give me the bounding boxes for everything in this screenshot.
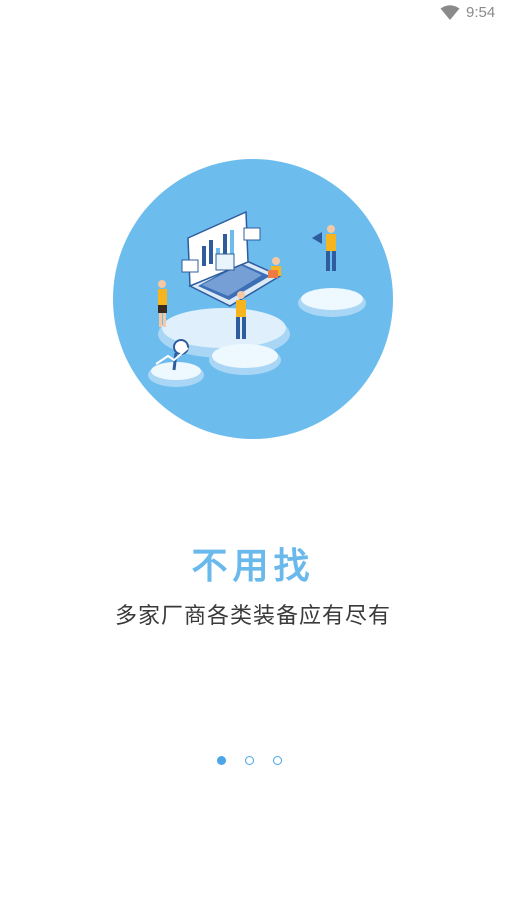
page-dot-2[interactable] <box>245 756 254 765</box>
page-dot-1[interactable] <box>217 756 226 765</box>
status-time: 9:54 <box>466 4 496 21</box>
page-dot-3[interactable] <box>273 756 282 765</box>
status-bar: 9:54 <box>0 0 506 26</box>
headline: 不用找 <box>191 546 315 587</box>
wifi-icon <box>440 5 460 20</box>
onboarding-screen: 9:54 不用找 多家厂商各类装备应有尽有 <box>0 0 506 900</box>
onboarding-illustration <box>113 159 393 439</box>
page-indicator <box>216 755 292 769</box>
subtitle: 多家厂商各类装备应有尽有 <box>114 604 391 629</box>
